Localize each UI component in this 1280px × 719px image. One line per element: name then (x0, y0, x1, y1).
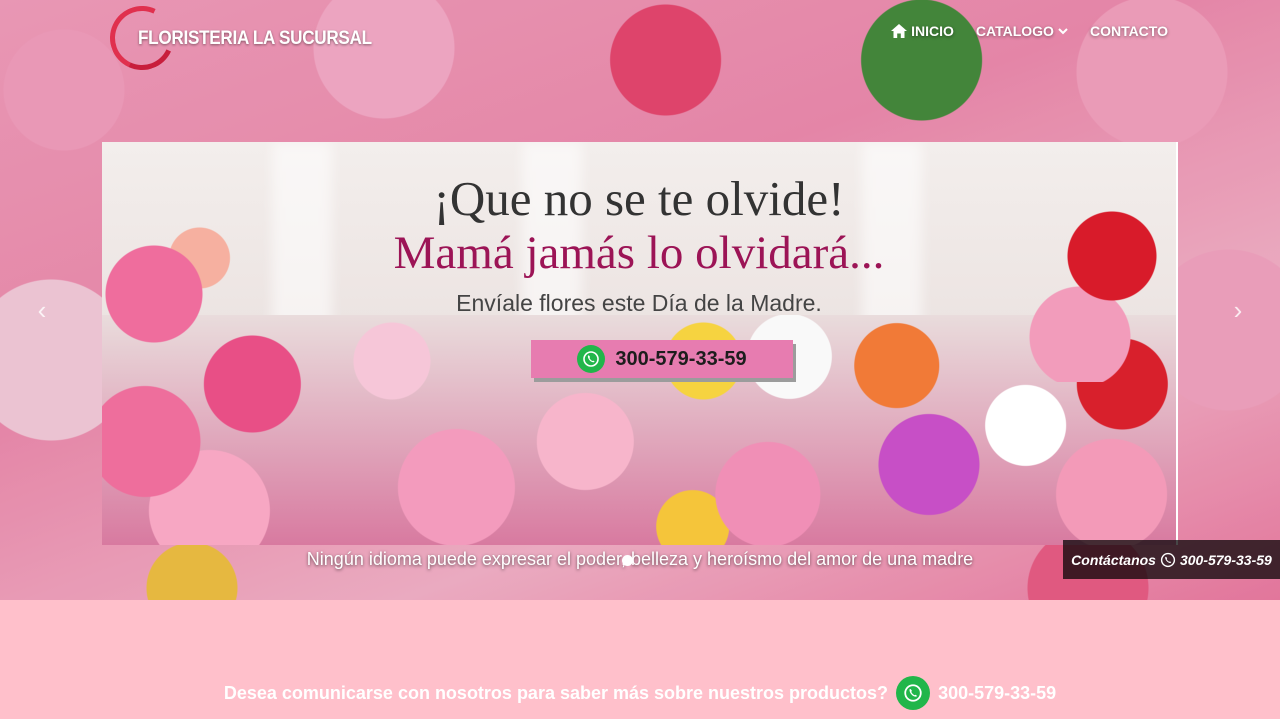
main-nav: INICIO CATALOGO CONTACTO (891, 23, 1168, 39)
banner-phone-box: 300-579-33-59 (531, 340, 793, 378)
home-icon (891, 24, 908, 38)
nav-item-label: INICIO (911, 23, 954, 39)
banner-phone-number: 300-579-33-59 (615, 347, 747, 370)
nav-item-catalogo[interactable]: CATALOGO (976, 23, 1068, 39)
cta-text: Desea comunicarse con nosotros para sabe… (223, 682, 889, 703)
slider-indicator-dot[interactable] (622, 555, 633, 566)
nav-item-inicio[interactable]: INICIO (891, 23, 954, 39)
slider-next-arrow-icon[interactable]: › (1224, 296, 1252, 324)
banner-subheadline: Mamá jamás lo olvidará... (393, 227, 885, 279)
hero-section: FLORISTERIA LA SUCURSAL INICIO CATALOGO … (0, 0, 1280, 600)
whatsapp-icon (577, 345, 606, 373)
nav-item-contacto[interactable]: CONTACTO (1090, 23, 1168, 39)
whatsapp-icon (1160, 552, 1176, 567)
promo-banner[interactable]: ¡Que no se te olvide! Mamá jamás lo olvi… (102, 142, 1178, 545)
contact-tab-phone: 300-579-33-59 (1179, 551, 1272, 568)
site-logo[interactable]: FLORISTERIA LA SUCURSAL (100, 0, 372, 80)
nav-item-label: CATALOGO (975, 23, 1054, 39)
logo-text: FLORISTERIA LA SUCURSAL (138, 28, 372, 49)
banner-headline: ¡Que no se te olvide! (433, 171, 845, 226)
banner-tagline: Envíale flores este Día de la Madre. (456, 290, 822, 316)
cta-phone[interactable]: 300-579-33-59 (938, 683, 1056, 704)
contact-tab[interactable]: Contáctanos 300-579-33-59 (1063, 540, 1280, 579)
slider-prev-arrow-icon[interactable]: ‹ (28, 296, 56, 324)
chevron-down-icon (1058, 28, 1068, 35)
nav-item-label: CONTACTO (1089, 23, 1168, 39)
whatsapp-icon[interactable] (896, 676, 931, 710)
contact-tab-label: Contáctanos (1071, 551, 1156, 568)
contact-cta: Desea comunicarse con nosotros para sabe… (0, 674, 1280, 712)
